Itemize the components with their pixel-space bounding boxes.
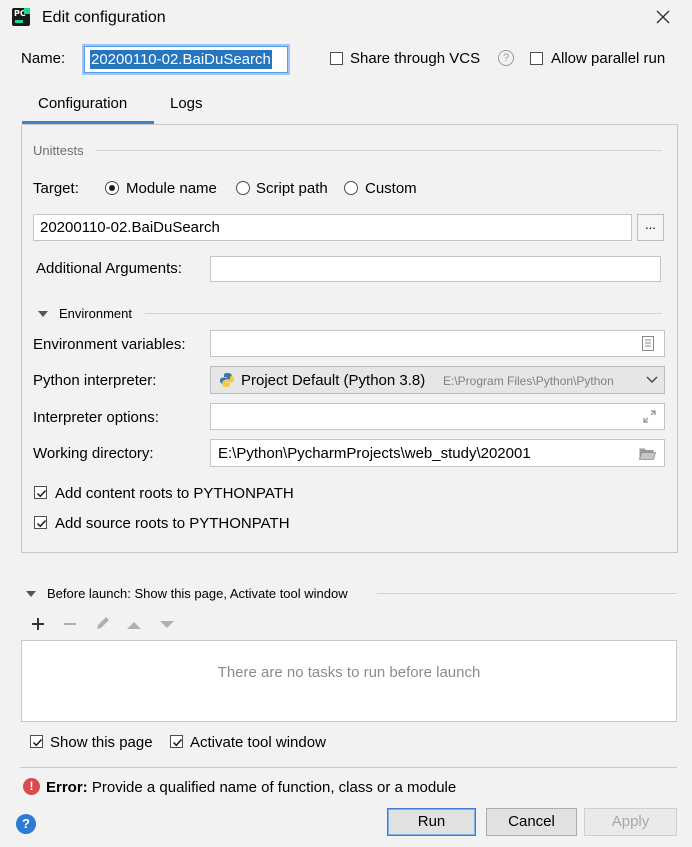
radio-custom-label: Custom xyxy=(365,180,417,197)
edit-icon[interactable] xyxy=(94,614,112,636)
remove-icon[interactable] xyxy=(62,616,78,636)
radio-module-name-label: Module name xyxy=(126,180,217,197)
python-interpreter-label: Python interpreter: xyxy=(33,372,157,389)
radio-custom[interactable] xyxy=(344,181,358,195)
radio-module-name[interactable] xyxy=(105,181,119,195)
environment-variables-input[interactable] xyxy=(210,330,665,357)
working-directory-input[interactable]: E:\Python\PycharmProjects\web_study\2020… xyxy=(210,439,665,467)
section-separator xyxy=(96,150,662,151)
name-label: Name: xyxy=(21,50,66,67)
allow-parallel-checkbox[interactable] xyxy=(530,52,543,65)
error-message: Error: Provide a qualified name of funct… xyxy=(46,779,456,796)
allow-parallel-label: Allow parallel run xyxy=(551,50,666,67)
module-name-input[interactable]: 20200110-02.BaiDuSearch xyxy=(33,214,632,241)
additional-arguments-input[interactable] xyxy=(210,256,661,282)
content-roots-checkbox[interactable] xyxy=(34,486,47,499)
error-prefix: Error: xyxy=(46,779,88,796)
help-button-icon[interactable]: ? xyxy=(16,814,36,834)
expand-icon xyxy=(643,410,656,423)
radio-script-path[interactable] xyxy=(236,181,250,195)
chevron-down-icon xyxy=(646,376,658,383)
tab-configuration[interactable]: Configuration xyxy=(38,95,127,112)
share-vcs-checkbox[interactable] xyxy=(330,52,343,65)
pycharm-app-icon: PC xyxy=(12,8,30,26)
content-roots-label: Add content roots to PYTHONPATH xyxy=(55,485,294,502)
active-tab-indicator xyxy=(22,121,154,124)
browse-button[interactable]: ... xyxy=(637,214,664,241)
unittests-section-label: Unittests xyxy=(33,143,84,158)
target-label: Target: xyxy=(33,180,79,197)
source-roots-checkbox[interactable] xyxy=(34,516,47,529)
run-button[interactable]: Run xyxy=(387,808,476,836)
working-directory-label: Working directory: xyxy=(33,445,154,462)
environment-separator xyxy=(145,313,662,314)
show-page-checkbox[interactable] xyxy=(30,735,43,748)
share-vcs-label: Share through VCS xyxy=(350,50,481,67)
show-page-label: Show this page xyxy=(50,734,153,751)
module-name-value: 20200110-02.BaiDuSearch xyxy=(40,219,220,236)
close-icon[interactable] xyxy=(652,6,674,28)
interpreter-options-label: Interpreter options: xyxy=(33,409,159,426)
source-roots-label: Add source roots to PYTHONPATH xyxy=(55,515,290,532)
radio-script-path-label: Script path xyxy=(256,180,328,197)
before-launch-label: Before launch: Show this page, Activate … xyxy=(47,586,348,601)
interpreter-options-input[interactable] xyxy=(210,403,665,430)
move-up-icon[interactable] xyxy=(126,618,142,635)
name-value: 20200110-02.BaiDuSearch xyxy=(90,50,272,69)
working-directory-value: E:\Python\PycharmProjects\web_study\2020… xyxy=(218,445,531,462)
before-launch-collapse-icon[interactable] xyxy=(26,591,36,597)
move-down-icon[interactable] xyxy=(159,618,175,635)
document-icon xyxy=(642,336,654,351)
activate-tool-window-checkbox[interactable] xyxy=(170,735,183,748)
before-launch-separator xyxy=(377,593,677,594)
tab-logs[interactable]: Logs xyxy=(170,95,203,112)
python-interpreter-select[interactable]: Project Default (Python 3.8) E:\Program … xyxy=(210,366,665,394)
error-text: Provide a qualified name of function, cl… xyxy=(91,779,457,796)
folder-icon xyxy=(639,448,656,460)
interpreter-name: Project Default (Python 3.8) xyxy=(241,372,426,389)
name-input[interactable]: 20200110-02.BaiDuSearch xyxy=(84,46,288,73)
window-title: Edit configuration xyxy=(42,9,166,26)
activate-tool-window-label: Activate tool window xyxy=(190,734,326,751)
error-icon: ! xyxy=(23,778,40,795)
environment-collapse-icon[interactable] xyxy=(38,311,48,317)
empty-tasks-text: There are no tasks to run before launch xyxy=(217,664,481,681)
environment-section-label: Environment xyxy=(59,306,132,321)
additional-arguments-label: Additional Arguments: xyxy=(36,260,182,277)
footer-separator xyxy=(20,767,677,768)
interpreter-path: E:\Program Files\Python\Python xyxy=(443,374,614,388)
help-icon[interactable]: ? xyxy=(498,50,514,66)
apply-button[interactable]: Apply xyxy=(584,808,677,836)
before-launch-tasks-list[interactable]: There are no tasks to run before launch xyxy=(21,640,677,722)
python-logo-icon xyxy=(220,373,234,387)
cancel-button[interactable]: Cancel xyxy=(486,808,577,836)
add-icon[interactable] xyxy=(30,616,46,636)
environment-variables-label: Environment variables: xyxy=(33,336,186,353)
